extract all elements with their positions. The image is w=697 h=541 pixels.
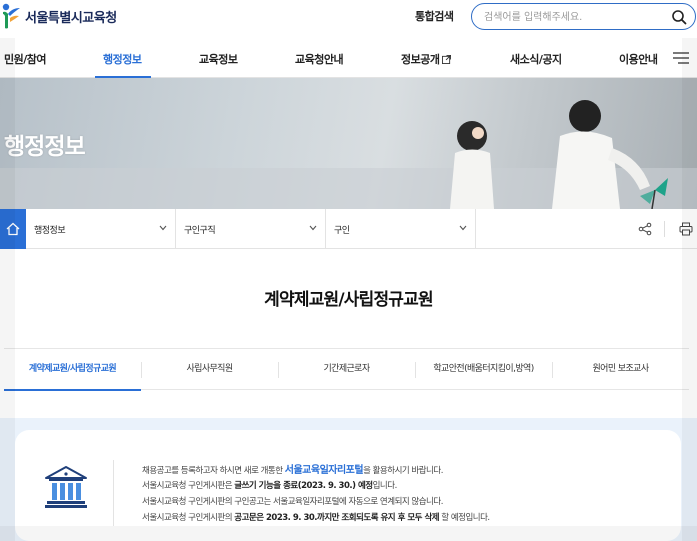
tab-native-assistant[interactable]: 원어민 보조교사 [552, 349, 689, 391]
chevron-down-icon [459, 225, 467, 231]
breadcrumb-dropdown-3[interactable]: 구인 [326, 209, 476, 249]
notice-section: 채용공고를 등록하고자 하시면 새로 개통한 서울교육일자리포털을 활용하시기 … [0, 418, 697, 541]
notice-text: 할 예정입니다. [439, 513, 490, 523]
nav-item-info-disclosure[interactable]: 정보공개 [401, 51, 452, 67]
notice-emphasis: 공고문은 2023. 9. 30.까지만 조회되도록 유지 후 모두 삭제 [234, 513, 440, 523]
search-box [471, 3, 696, 30]
notice-text: 을 활용하시기 바랍니다. [363, 466, 443, 476]
breadcrumb-label: 행정정보 [34, 226, 66, 236]
notice-text: 서울시교육청 구인게시판의 [142, 513, 235, 523]
notice-emphasis: 글쓰기 기능을 종료(2023. 9. 30.) 예정 [234, 481, 373, 491]
logo-mark-icon [2, 3, 20, 29]
print-icon[interactable] [679, 222, 693, 236]
search-icon[interactable] [671, 9, 687, 25]
notice-line-4: 서울시교육청 구인게시판의 공고문은 2023. 9. 30.까지만 조회되도록… [142, 511, 490, 523]
tab-contract-teacher[interactable]: 계약제교원/사립정규교원 [4, 349, 141, 391]
chevron-down-icon [159, 225, 167, 231]
total-search-label[interactable]: 통합검색 [415, 8, 454, 24]
notice-divider [113, 460, 114, 526]
notice-text: 채용공고를 등록하고자 하시면 새로 개통한 [142, 466, 285, 476]
notice-line-3: 서울시교육청 구인게시판의 구인공고는 서울교육일자리포털에 자동으로 연계되지… [142, 497, 443, 507]
tab-fixed-term-worker[interactable]: 기간제근로자 [278, 349, 415, 391]
share-icon[interactable] [638, 222, 652, 236]
page-title: 계약제교원/사립정규교원 [264, 290, 433, 310]
home-icon [6, 222, 20, 236]
hero-banner: 행정정보 [0, 78, 697, 209]
menu-icon[interactable] [673, 52, 689, 64]
logo-text: 서울특별시교육청 [25, 10, 117, 26]
hero-illustration [0, 100, 697, 209]
sub-tabs: 계약제교원/사립정규교원 사립사무직원 기간제근로자 학교안전(배움터지킴이,방… [4, 348, 689, 391]
home-button[interactable] [0, 209, 26, 249]
nav-item-admin-info[interactable]: 행정정보 [103, 51, 142, 67]
nav-item-civil[interactable]: 민원/참여 [4, 51, 47, 67]
nav-item-news[interactable]: 새소식/공지 [510, 51, 562, 67]
breadcrumb-label: 구인 [334, 226, 350, 236]
hero-title: 행정정보 [4, 134, 86, 160]
site-logo[interactable]: 서울특별시교육청 [0, 2, 117, 30]
breadcrumb-dropdown-1[interactable]: 행정정보 [26, 209, 176, 249]
notice-line-2: 서울시교육청 구인게시판은 글쓰기 기능을 종료(2023. 9. 30.) 예… [142, 479, 397, 491]
nav-item-office-guide[interactable]: 교육청안내 [295, 51, 344, 67]
tab-private-staff[interactable]: 사립사무직원 [141, 349, 278, 391]
external-link-icon [442, 55, 452, 64]
job-portal-link[interactable]: 서울교육일자리포털 [285, 465, 364, 476]
search-input[interactable] [484, 9, 664, 25]
notice-line-1: 채용공고를 등록하고자 하시면 새로 개통한 서울교육일자리포털을 활용하시기 … [142, 461, 443, 476]
nav-item-info-disclosure-label: 정보공개 [401, 53, 440, 66]
notice-text: 입니다. [372, 481, 398, 491]
breadcrumb-dropdown-2[interactable]: 구인구직 [176, 209, 326, 249]
notice-text: 서울시교육청 구인게시판은 [142, 481, 235, 491]
notice-box: 채용공고를 등록하고자 하시면 새로 개통한 서울교육일자리포털을 활용하시기 … [15, 430, 681, 541]
toolbar-divider [664, 221, 665, 237]
nav-item-education-info[interactable]: 교육정보 [199, 51, 238, 67]
main-nav: 민원/참여 행정정보 교육정보 교육청안내 정보공개 새소식/공지 이용안내 [0, 38, 697, 79]
breadcrumb: 행정정보 구인구직 구인 [0, 209, 697, 249]
tab-school-safety[interactable]: 학교안전(배움터지킴이,방역) [415, 349, 552, 391]
building-icon [45, 466, 87, 508]
top-header: 서울특별시교육청 통합검색 [0, 0, 697, 38]
nav-item-usage-guide[interactable]: 이용안내 [619, 51, 658, 67]
breadcrumb-label: 구인구직 [184, 226, 216, 236]
chevron-down-icon [309, 225, 317, 231]
